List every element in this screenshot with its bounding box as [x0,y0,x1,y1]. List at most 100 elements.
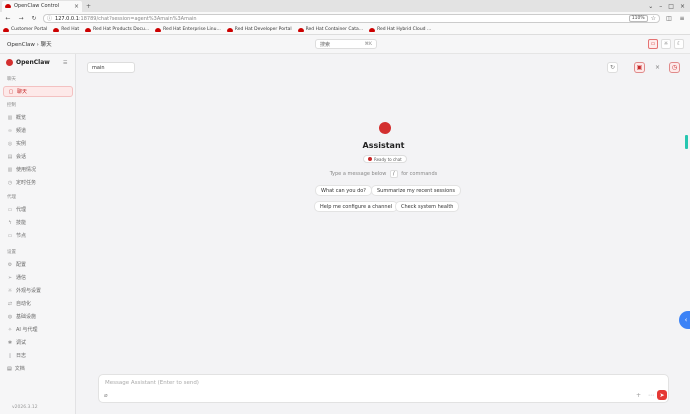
version-label: v2026.3.12 [12,405,38,410]
send-button[interactable]: ➤ [657,390,667,400]
sidebar-item-label: 配置 [16,262,27,268]
bookmark-item[interactable]: Customer Portal [3,27,47,32]
sparkle-icon: ✧ [7,326,13,333]
sidebar-item-label: 调试 [16,340,27,346]
sidebar-item[interactable]: ▥ 概览 [3,112,73,123]
sidebar-item[interactable]: ◍ 基础设施 [3,311,73,322]
sidebar-item[interactable]: ▥ 使用情况 [3,164,73,175]
bookmark-item[interactable]: Red Hat [53,27,79,32]
sidebar-item[interactable]: ▢ 聊天 [3,86,73,97]
bookmark-label: Red Hat Products Docu... [93,27,150,32]
forward-icon[interactable]: → [17,15,25,22]
suggestion-configure-channel[interactable]: Help me configure a channel [314,201,399,212]
breadcrumb: OpenClaw › 聊天 [7,42,52,48]
red-hat-icon [226,27,233,32]
sidebar-item[interactable]: ⚙ 配置 [3,259,73,270]
monitor-icon[interactable]: ▭ [648,39,658,49]
sidebar-item[interactable]: ☼ 外观与设置 [3,285,73,296]
red-hat-icon [53,27,60,32]
sidebar-group-label: 控制 [7,103,16,108]
docs-label: 文档 [14,366,25,372]
refresh-icon[interactable]: ↻ [607,62,618,73]
suggestion-summarize-sessions[interactable]: Summarize my recent sessions [371,185,461,196]
send-icon: ➢ [7,274,13,281]
suggestion-what-can-you-do[interactable]: What can you do? [315,185,372,196]
docs-link[interactable]: ▤ 文档 [7,365,25,373]
browser-tab[interactable]: OpenClaw Control × [2,0,82,12]
sidebar-item-label: 实例 [16,141,27,147]
focus-mode-icon[interactable]: ▣ [634,62,645,73]
page-info-icon[interactable]: ⓘ [47,15,52,22]
paperclip-icon[interactable]: ⌀ [104,392,108,399]
suggestion-system-health[interactable]: Check system health [395,201,460,212]
sun-icon[interactable]: ☼ [661,39,671,49]
session-select[interactable]: main [87,62,135,73]
url-text[interactable]: 127.0.0.1:18789/chat?session=agent%3Amai… [55,16,626,22]
sidebar-item[interactable]: ◎ 实例 [3,138,73,149]
sidebar-item-label: AI 与代理 [16,327,38,333]
new-tab-icon[interactable]: + [86,3,91,10]
bolt-icon: ϟ [8,219,12,226]
sidebar-item-label: 使用情况 [16,167,37,173]
sidebar-collapse-icon[interactable]: ☰ [63,60,67,66]
search-input[interactable]: 搜索 ⌘K [315,39,377,49]
sidebar-item-label: 自动化 [16,301,32,307]
close-window-icon[interactable]: × [680,3,685,10]
sidebar-item-label: 日志 [16,353,27,359]
timer-icon[interactable]: ◷ [669,62,680,73]
globe-icon: ◍ [7,313,13,320]
microphone-icon[interactable]: ⋯ [648,392,654,399]
menu-icon[interactable]: ≡ [678,15,686,22]
openclaw-favicon-icon [5,4,11,8]
sidebar-item[interactable]: ϟ 技能 [3,217,73,228]
bookmark-item[interactable]: Red Hat Products Docu... [85,27,149,32]
sidebar-item[interactable]: ✱ 调试 [3,337,73,348]
bookmark-star-icon[interactable]: ☆ [651,15,656,22]
maximize-icon[interactable]: □ [668,3,674,10]
url-bar[interactable]: ⓘ 127.0.0.1:18789/chat?session=agent%3Am… [43,14,660,23]
brand-name: OpenClaw [16,59,50,66]
bookmark-item[interactable]: Red Hat Hybrid Cloud ... [369,27,431,32]
tab-close-icon[interactable]: × [74,3,79,10]
reload-icon[interactable]: ↻ [30,15,38,22]
search-shortcut: ⌘K [364,41,372,47]
sidebar-item[interactable]: ∞ 频道 [3,125,73,136]
red-hat-icon [155,27,162,32]
minimize-icon[interactable]: – [659,3,662,10]
bookmark-label: Red Hat Enterprise Linu... [163,27,221,32]
plus-icon[interactable]: + [636,392,641,399]
window-controls: ⌄ – □ × [648,3,690,10]
assistant-name: Assistant [362,141,405,150]
tab-list-icon[interactable]: ⌄ [648,3,653,10]
bookmark-item[interactable]: Red Hat Container Cata... [297,27,364,32]
sidebar-item[interactable]: ⇄ 自动化 [3,298,73,309]
sidebar-item[interactable]: ▯ 日志 [3,350,73,361]
bookmark-label: Red Hat Container Cata... [305,27,364,32]
red-hat-icon [85,27,92,32]
zoom-level[interactable]: 110% [628,15,648,22]
brand[interactable]: OpenClaw [6,59,50,66]
assistant-avatar-icon [379,122,391,134]
sidebar-group-label: 聊天 [7,77,16,82]
floating-assistant-button[interactable]: ‹ [679,311,690,329]
browser-tab-bar: OpenClaw Control × + ⌄ – □ × [0,0,690,12]
message-composer: ⌀ + ⋯ ➤ [98,374,669,403]
back-icon[interactable]: ← [4,15,12,22]
sidebar-item[interactable]: ➢ 通信 [3,272,73,283]
sidebar-item[interactable]: ▭ 节点 [3,230,73,241]
link-icon: ∞ [7,127,13,134]
bookmark-item[interactable]: Red Hat Enterprise Linu... [155,27,221,32]
sidebar-item[interactable]: ▤ 会话 [3,151,73,162]
sidebar-item[interactable]: ◷ 定时任务 [3,177,73,188]
message-input[interactable] [105,379,645,387]
sidebar-item[interactable]: ✧ AI 与代理 [3,324,73,335]
extensions-icon[interactable]: ◫ [665,15,673,22]
close-icon[interactable]: × [652,62,663,73]
bookmark-item[interactable]: Red Hat Developer Portal [226,27,292,32]
moon-icon[interactable]: ☾ [674,39,684,49]
chat-bubble-icon: ▢ [8,88,14,95]
sidebar-item-label: 定时任务 [16,180,37,186]
sidebar-item[interactable]: ▭ 代理 [3,204,73,215]
sidebar-item-label: 技能 [16,220,27,226]
folder-icon: ▭ [7,206,13,213]
